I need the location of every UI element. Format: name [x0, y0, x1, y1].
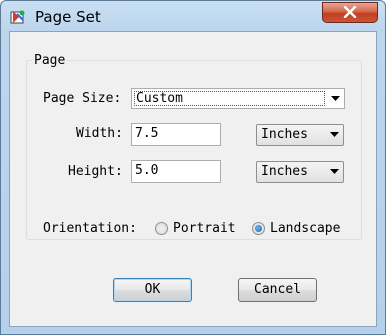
portrait-radio-label[interactable]: Portrait [173, 221, 236, 236]
page-size-label: Page Size: [43, 91, 122, 106]
page-groupbox [26, 60, 362, 240]
height-unit-select[interactable]: Inches [256, 161, 344, 183]
title-bar[interactable]: Page Set [1, 1, 385, 31]
close-icon [343, 3, 357, 22]
dialog-client-area: Page Page Size: Custom Width: 7.5 Inches… [9, 31, 377, 327]
height-label: Height: [68, 164, 123, 179]
height-input[interactable]: 5.0 [131, 160, 221, 183]
landscape-radio-label[interactable]: Landscape [270, 221, 340, 236]
app-icon [10, 9, 26, 25]
width-unit-value: Inches [261, 127, 308, 142]
chevron-down-icon [326, 125, 343, 144]
dialog-window: Page Set Page Page Size: Custom Width: 7… [0, 0, 386, 335]
close-button[interactable] [322, 2, 378, 23]
landscape-radio[interactable] [252, 222, 265, 235]
width-unit-select[interactable]: Inches [256, 124, 344, 146]
focus-rectangle [134, 91, 325, 106]
page-size-select[interactable]: Custom [131, 88, 345, 109]
height-unit-value: Inches [261, 164, 308, 179]
ok-button[interactable]: OK [113, 278, 192, 302]
page-group-label: Page [32, 53, 68, 68]
chevron-down-icon [326, 162, 343, 181]
window-title: Page Set [35, 8, 101, 26]
portrait-radio[interactable] [155, 222, 168, 235]
orientation-label: Orientation: [43, 221, 137, 236]
chevron-down-icon [327, 89, 344, 108]
width-input[interactable]: 7.5 [131, 123, 221, 146]
width-label: Width: [76, 126, 123, 141]
cancel-button[interactable]: Cancel [238, 278, 317, 302]
